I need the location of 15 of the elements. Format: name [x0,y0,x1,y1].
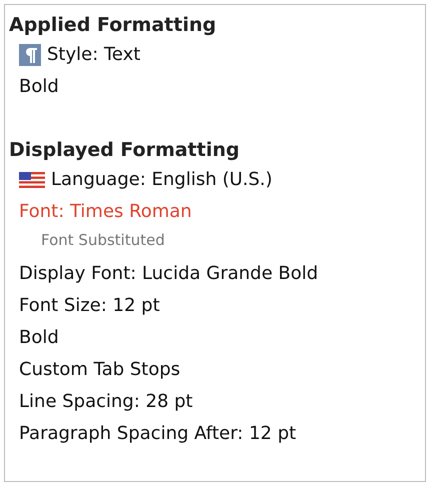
note-text: Font Substituted [40,230,166,251]
format-item: Custom Tab Stops [18,358,182,382]
format-item: Bold [18,75,60,99]
format-item: Line Spacing: 28 pt [18,390,194,414]
section-heading: Displayed Formatting [9,138,240,163]
format-item: Bold [18,326,60,350]
format-item: Display Font: Lucida Grande Bold [18,262,320,286]
style-label: Style: Text [47,43,140,67]
pilcrow-icon [19,44,41,66]
warning-text: Font: Times Roman [18,200,193,224]
format-item: Font Size: 12 pt [18,294,161,318]
language-label: Language: English (U.S.) [51,168,272,192]
section-heading: Applied Formatting [9,13,218,38]
flag-icon [19,172,45,188]
format-item: Paragraph Spacing After: 12 pt [18,422,298,446]
